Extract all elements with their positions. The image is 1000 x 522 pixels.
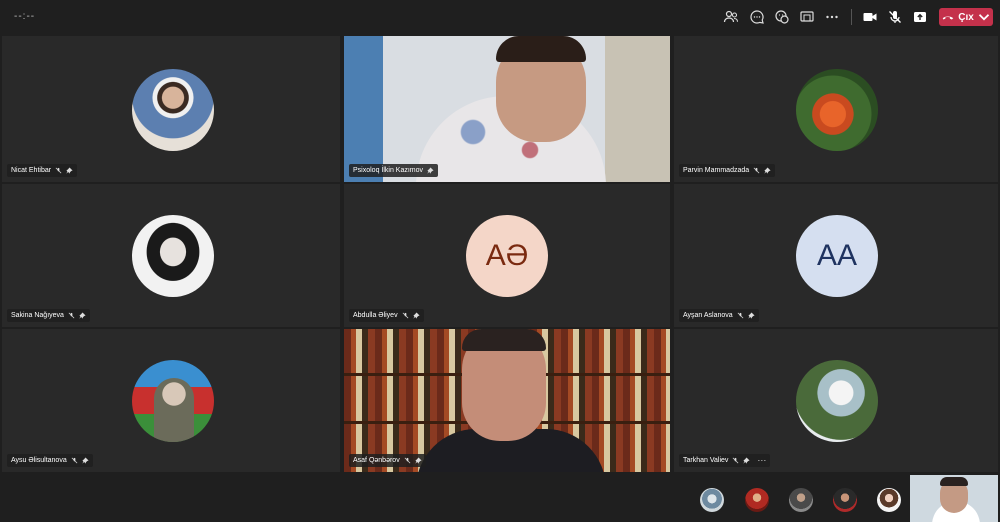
participant-tile[interactable]: Nicat Ehtibar <box>2 36 340 182</box>
people-icon[interactable] <box>722 8 740 26</box>
participant-avatar <box>132 69 214 151</box>
self-hair <box>940 477 968 486</box>
pin-icon[interactable] <box>82 457 89 464</box>
overflow-participant-avatar[interactable] <box>789 488 813 512</box>
participant-name: Parvin Mammadzada <box>683 167 750 174</box>
participant-name: Tarkhan Valiev <box>683 457 729 464</box>
chat-icon[interactable] <box>748 8 766 26</box>
participant-avatar <box>132 215 214 297</box>
participant-tile[interactable]: Aysu Əlisultanova <box>2 329 340 472</box>
avatar-figure <box>154 378 194 442</box>
pin-icon[interactable] <box>66 167 73 174</box>
chevron-down-icon[interactable] <box>978 11 990 23</box>
participant-nametag: Sakina Nağıyeva <box>7 309 90 322</box>
participant-nametag: Asaf Qənbərov <box>349 454 426 467</box>
pin-icon[interactable] <box>427 167 434 174</box>
participant-name: Ayşan Aslanova <box>683 312 733 319</box>
mic-off-icon <box>68 312 75 319</box>
participant-tile[interactable]: AA Ayşan Aslanova <box>674 184 998 327</box>
pin-icon[interactable] <box>743 457 750 464</box>
participant-tile[interactable]: Parvin Mammadzada <box>674 36 998 182</box>
participant-nametag: Ayşan Aslanova <box>679 309 759 322</box>
participant-tile[interactable]: Tarkhan Valiev ··· <box>674 329 998 472</box>
pin-icon[interactable] <box>79 312 86 319</box>
participant-nametag: Psixoloq İlkin Kazımov <box>349 164 439 177</box>
participant-nametag: Tarkhan Valiev ··· <box>679 454 771 467</box>
overflow-participant-avatar[interactable] <box>745 488 769 512</box>
pin-icon[interactable] <box>748 312 755 319</box>
participant-initials-avatar: AƏ <box>466 215 548 297</box>
meeting-timer: --:-- <box>14 11 36 22</box>
pin-icon[interactable] <box>415 457 422 464</box>
pin-icon[interactable] <box>764 167 771 174</box>
phone-icon <box>942 16 954 20</box>
participant-nametag: Parvin Mammadzada <box>679 164 776 177</box>
participant-tile[interactable]: AƏ Abdulla Əliyev <box>344 184 670 327</box>
mic-off-icon <box>402 312 408 319</box>
mic-off-icon[interactable] <box>886 8 904 26</box>
leave-label: Çıx <box>958 11 974 23</box>
mic-off-icon <box>737 312 744 319</box>
participant-video-tile[interactable]: Psixoloq İlkin Kazımov <box>344 36 670 182</box>
participant-hair <box>496 36 586 62</box>
mic-off-icon <box>733 457 739 464</box>
leave-button[interactable]: Çıx <box>939 8 993 26</box>
share-tray-icon[interactable] <box>798 8 816 26</box>
participant-avatar <box>796 360 878 442</box>
self-video-preview[interactable] <box>910 475 998 522</box>
mic-off-icon <box>404 457 411 464</box>
overflow-participant-avatar[interactable] <box>700 488 724 512</box>
mic-off-icon <box>55 167 62 174</box>
share-icon[interactable] <box>911 8 929 26</box>
participant-name: Asaf Qənbərov <box>353 457 400 464</box>
overflow-participants-bar <box>0 472 1000 522</box>
participant-video-tile[interactable]: Asaf Qənbərov <box>344 329 670 472</box>
participant-nametag: Abdulla Əliyev <box>349 309 424 322</box>
participant-name: Sakina Nağıyeva <box>11 312 64 319</box>
participant-nametag: Aysu Əlisultanova <box>7 454 93 467</box>
overflow-participant-avatar[interactable] <box>833 488 857 512</box>
pin-icon[interactable] <box>413 312 420 319</box>
mic-off-icon <box>71 457 78 464</box>
participant-name: Aysu Əlisultanova <box>11 457 67 464</box>
more-options-icon[interactable]: ··· <box>757 454 766 467</box>
overflow-participant-avatar[interactable] <box>877 488 901 512</box>
participant-tile[interactable]: Sakina Nağıyeva <box>2 184 340 327</box>
toolbar-divider <box>851 9 852 25</box>
participant-avatar <box>132 360 214 442</box>
participant-hair <box>462 329 546 351</box>
participant-nametag: Nicat Ehtibar <box>7 164 78 177</box>
participant-name: Nicat Ehtibar <box>11 167 52 174</box>
mic-off-icon <box>753 167 760 174</box>
participant-name: Psixoloq İlkin Kazımov <box>353 167 424 174</box>
participant-initials-avatar: AA <box>796 215 878 297</box>
reactions-icon[interactable] <box>773 8 791 26</box>
participant-name: Abdulla Əliyev <box>353 312 398 319</box>
camera-icon[interactable] <box>861 8 879 26</box>
more-icon[interactable] <box>823 8 841 26</box>
participant-avatar <box>796 69 878 151</box>
meeting-toolbar: --:-- Çıx <box>0 0 1000 34</box>
